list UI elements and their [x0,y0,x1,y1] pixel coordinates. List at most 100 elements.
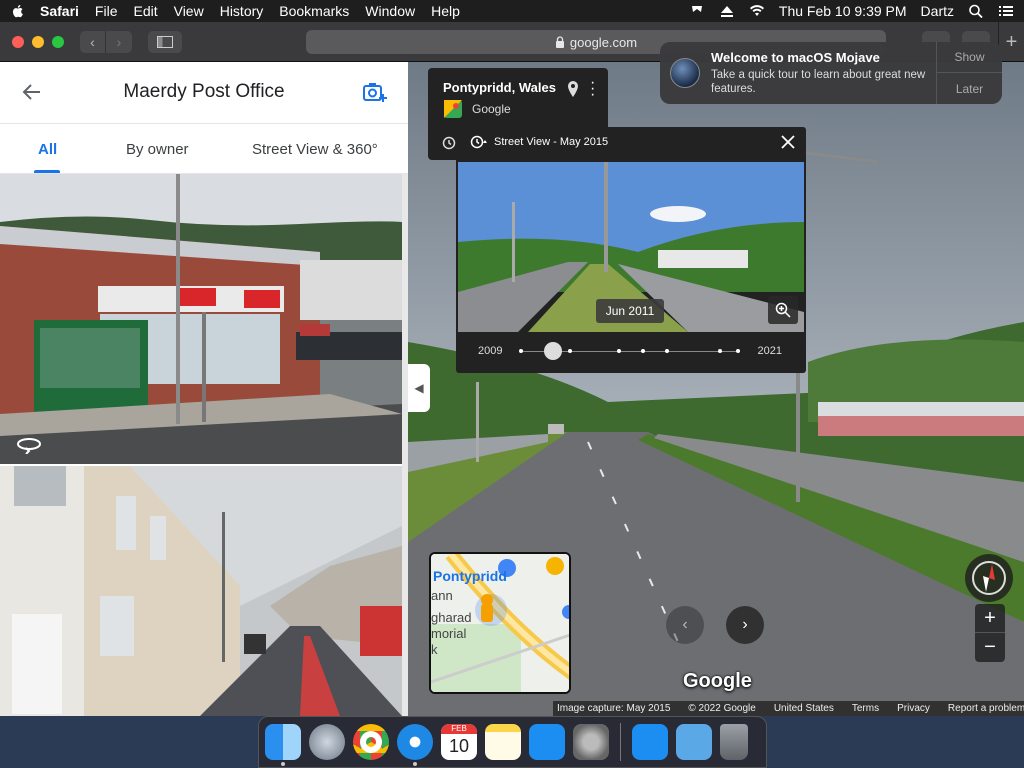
time-travel-title: Street View - May 2015 [494,136,609,148]
window-controls [12,35,64,48]
time-travel-header: Street View - May 2015 [470,135,608,149]
timeline-stop[interactable] [641,349,645,353]
notification-center-icon[interactable] [998,4,1014,18]
minimap-label: gharad [431,610,472,625]
tab-by-owner[interactable]: By owner [126,141,189,158]
calendar-icon[interactable]: FEB 10 [441,724,477,760]
minimap-label: k [431,642,438,657]
expand-preview-button[interactable] [768,296,798,324]
panel-header: Maerdy Post Office [0,62,408,124]
running-indicator [281,762,285,766]
menu-help[interactable]: Help [431,3,460,19]
privacy-link[interactable]: Privacy [897,703,930,714]
report-problem-link[interactable]: Report a problem [948,703,1024,714]
plus-icon: + [1005,30,1018,53]
mojave-icon [670,58,700,88]
menu-window[interactable]: Window [365,3,415,19]
finder-icon[interactable] [265,724,301,766]
app-store-icon[interactable] [529,724,565,760]
post-office-street-image [0,174,402,464]
app-store-download-icon[interactable] [632,724,668,760]
timeline-start-year: 2009 [478,345,503,357]
compass-button[interactable] [965,554,1013,602]
chevron-left-icon: ‹ [90,33,95,50]
menu-app-name[interactable]: Safari [40,3,79,19]
photo-tabs: All By owner Street View & 360° [0,124,408,174]
add-photo-icon[interactable] [362,80,388,104]
forward-button[interactable]: › [106,30,132,53]
history-dropdown-icon[interactable] [470,135,488,149]
history-icon[interactable] [442,136,456,150]
chrome-icon[interactable] [353,724,389,760]
history-nav: ‹ › [80,30,132,53]
sidebar-icon [157,35,173,48]
location-name: Pontypridd, Wales [443,80,556,95]
compass-icon [972,561,1006,595]
later-button[interactable]: Later [937,73,1002,104]
menu-file[interactable]: File [95,3,118,19]
sidebar-toggle-button[interactable] [148,30,182,53]
menu-history[interactable]: History [220,3,264,19]
timeline-stop[interactable] [568,349,572,353]
close-window-button[interactable] [12,35,24,48]
zoom-in-icon [775,302,791,318]
tab-street-view[interactable]: Street View & 360° [252,141,378,158]
downloads-folder-icon[interactable] [676,724,712,760]
previous-arrow-button[interactable]: ‹ [666,606,704,644]
menu-user[interactable]: Dartz [921,3,954,19]
map-pin-icon[interactable] [566,80,580,98]
location-source: Google [472,102,511,116]
map-attribution: Image capture: May 2015 © 2022 Google Un… [553,701,1024,716]
launchpad-icon[interactable] [309,724,345,760]
zoom-in-button[interactable]: + [975,604,1005,633]
terrace-street-image [0,466,402,716]
360-rotate-icon [17,438,41,454]
show-button[interactable]: Show [937,42,1002,73]
image-capture-date: Image capture: May 2015 [557,703,671,714]
collapse-panel-button[interactable]: ◀ [408,364,430,412]
spotlight-search-icon[interactable] [968,4,984,18]
minus-icon: − [984,636,996,658]
photo-post-office[interactable] [0,174,402,464]
photo-terrace-street[interactable] [0,466,402,716]
place-photos-panel: Maerdy Post Office All By owner Street V… [0,62,408,716]
notification-actions: Show Later [936,42,1002,104]
chevron-right-icon: › [116,33,122,50]
timeline-end-year: 2021 [757,345,782,357]
eject-icon[interactable] [719,4,735,18]
close-icon[interactable] [780,134,796,150]
minimap[interactable]: Pontypridd ann gharad morial k [429,552,571,694]
safari-icon[interactable] [397,724,433,766]
street-view-time-travel: Street View - May 2015 2009 2021 [456,127,806,373]
trash-icon[interactable] [720,724,748,760]
system-preferences-icon[interactable] [573,724,609,760]
terms-link[interactable]: Terms [852,703,879,714]
timeline-knob[interactable] [544,342,562,360]
google-logo: Google [683,670,752,692]
time-travel-slider[interactable]: 2009 2021 [456,341,806,361]
timeline-stop[interactable] [617,349,621,353]
apple-icon[interactable] [10,3,26,19]
menu-edit[interactable]: Edit [133,3,157,19]
timeline-stop[interactable] [665,349,669,353]
wifi-icon[interactable] [749,4,765,18]
more-options-icon[interactable]: · · · [590,75,595,103]
zoom-out-button[interactable]: − [975,633,1005,662]
airplay-icon[interactable] [689,4,705,18]
minimap-label: ann [431,588,453,603]
menu-clock[interactable]: Thu Feb 10 9:39 PM [779,3,907,19]
timeline-stop[interactable] [519,349,523,353]
macos-notification[interactable]: Welcome to macOS Mojave Take a quick tou… [660,42,1002,104]
region-link[interactable]: United States [774,703,834,714]
next-arrow-button[interactable]: › [726,606,764,644]
timeline-stop[interactable] [718,349,722,353]
minimize-window-button[interactable] [32,35,44,48]
zoom-window-button[interactable] [52,35,64,48]
menu-view[interactable]: View [174,3,204,19]
menu-bookmarks[interactable]: Bookmarks [279,3,349,19]
back-button[interactable]: ‹ [80,30,106,53]
notes-icon[interactable] [485,724,521,760]
tab-all[interactable]: All [38,141,57,158]
place-title: Maerdy Post Office [123,81,285,102]
timeline-stop[interactable] [736,349,740,353]
